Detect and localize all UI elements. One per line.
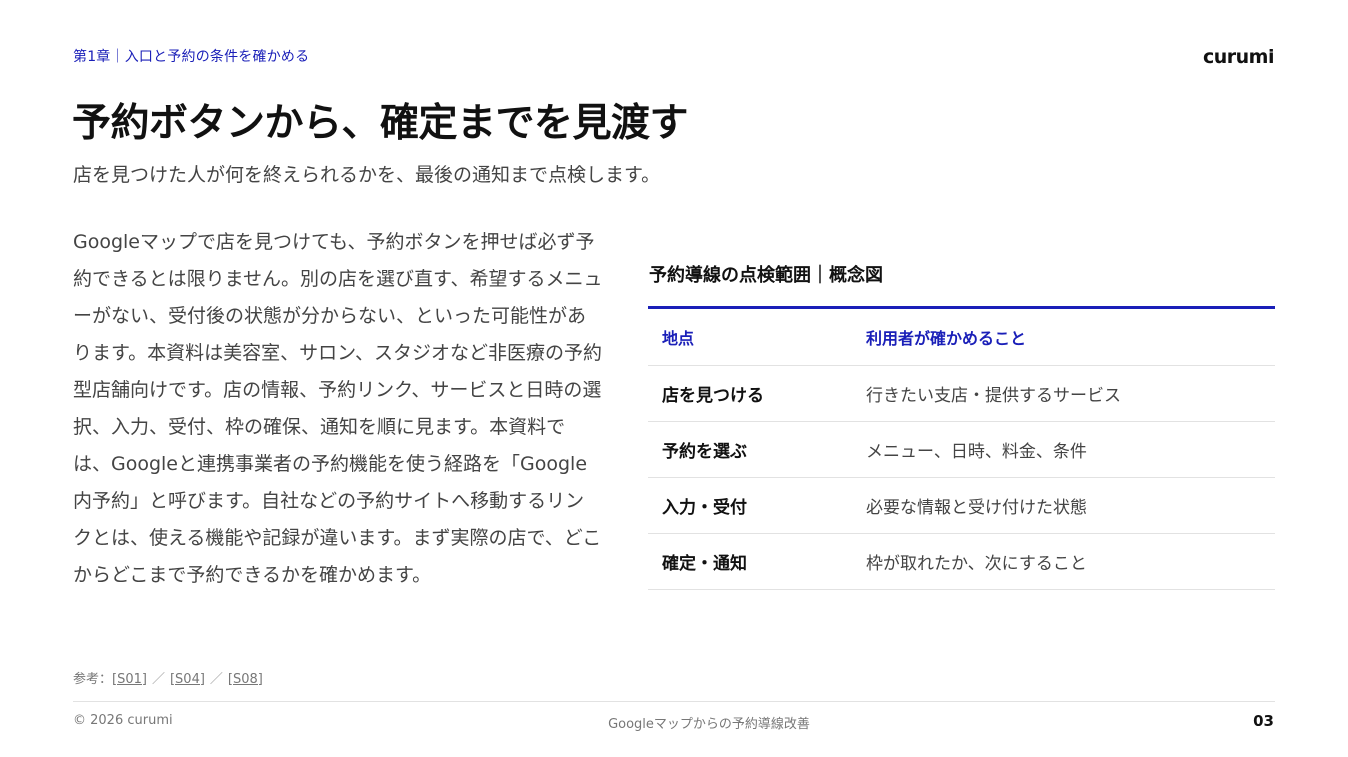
brand-logo: curumi <box>1203 46 1275 68</box>
table-cell-check: 枠が取れたか、次にすること <box>866 554 1087 574</box>
table-title: 予約導線の点検範囲｜概念図 <box>649 265 883 286</box>
body-paragraph: Googleマップで店を見つけても、予約ボタンを押せば必ず予約できるとは限りませ… <box>73 231 603 586</box>
table-cell-check: 必要な情報と受け付けた状態 <box>866 498 1087 518</box>
footer-document-title: Googleマップからの予約導線改善 <box>608 717 810 732</box>
chapter-label: 第1章｜入口と予約の条件を確かめる <box>73 49 310 65</box>
checkpoint-table: 地点 利用者が確かめること 店を見つける 行きたい支店・提供するサービス 予約を… <box>648 306 1275 590</box>
footer-divider <box>73 701 1275 702</box>
reference-link-s04[interactable]: [S04] <box>170 672 205 687</box>
table-header-point: 地点 <box>662 329 695 348</box>
references: 参考：[S01] ／ [S04] ／ [S08] <box>73 668 263 687</box>
page-number: 03 <box>1253 712 1274 730</box>
references-prefix: 参考： <box>73 672 113 687</box>
table-cell-point: 店を見つける <box>662 386 764 406</box>
table-cell-point: 入力・受付 <box>662 498 747 518</box>
table-header-row: 地点 利用者が確かめること <box>648 309 1275 366</box>
reference-link-s08[interactable]: [S08] <box>228 672 263 687</box>
reference-separator: ／ <box>151 672 165 687</box>
table-cell-point: 確定・通知 <box>662 554 747 574</box>
table-row: 店を見つける 行きたい支店・提供するサービス <box>648 366 1275 422</box>
table-row: 確定・通知 枠が取れたか、次にすること <box>648 534 1275 590</box>
page-title: 予約ボタンから、確定までを見渡す <box>72 101 689 146</box>
table-row: 予約を選ぶ メニュー、日時、料金、条件 <box>648 422 1275 478</box>
reference-separator: ／ <box>209 672 223 687</box>
page-subtitle: 店を見つけた人が何を終えられるかを、最後の通知まで点検します。 <box>73 164 661 186</box>
table-cell-point: 予約を選ぶ <box>662 442 747 462</box>
table-header-check: 利用者が確かめること <box>866 329 1027 348</box>
table-row: 入力・受付 必要な情報と受け付けた状態 <box>648 478 1275 534</box>
table-cell-check: 行きたい支店・提供するサービス <box>866 386 1121 406</box>
reference-link-s01[interactable]: [S01] <box>112 672 147 687</box>
table-cell-check: メニュー、日時、料金、条件 <box>866 442 1087 462</box>
